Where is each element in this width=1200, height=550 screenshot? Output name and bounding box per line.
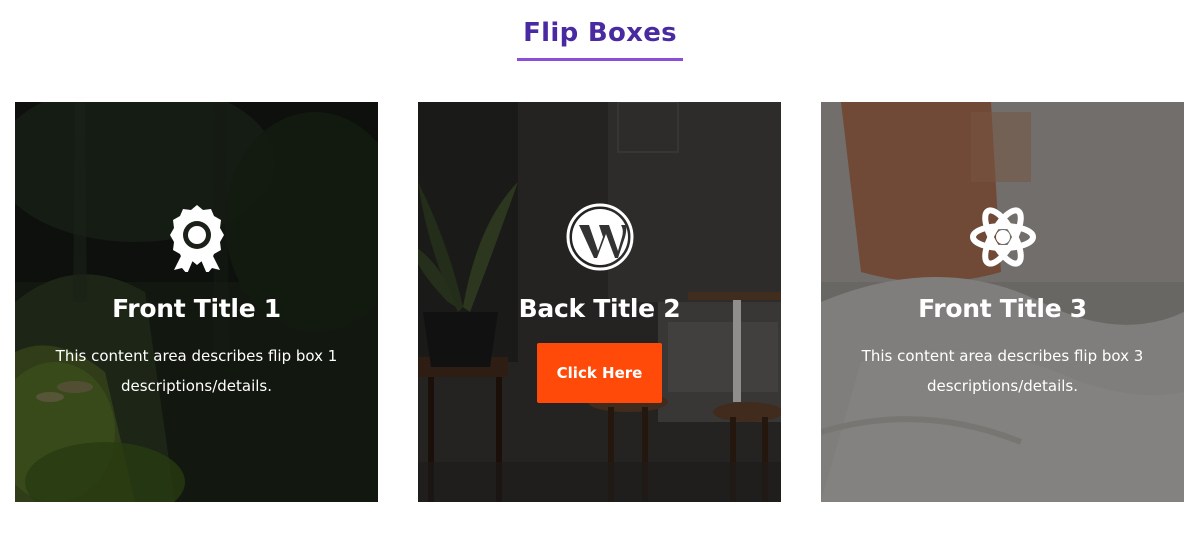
page-title: Flip Boxes xyxy=(517,18,683,61)
flip-box-3-title: Front Title 3 xyxy=(918,294,1087,323)
flip-box-2[interactable]: Back Title 2 Click Here xyxy=(418,102,781,502)
award-ribbon-icon xyxy=(162,202,232,272)
wordpress-icon xyxy=(565,202,635,272)
atom-icon xyxy=(968,202,1038,272)
section-heading: Flip Boxes xyxy=(0,18,1200,61)
flip-box-1-description: This content area describes flip box 1 d… xyxy=(55,347,338,395)
flip-box-3-description: This content area describes flip box 3 d… xyxy=(861,347,1144,395)
flip-box-3[interactable]: Front Title 3 This content area describe… xyxy=(821,102,1184,502)
flip-box-1-title: Front Title 1 xyxy=(112,294,281,323)
click-here-button[interactable]: Click Here xyxy=(537,343,662,403)
flip-box-1[interactable]: Front Title 1 This content area describe… xyxy=(15,102,378,502)
flip-box-2-title: Back Title 2 xyxy=(518,294,681,323)
